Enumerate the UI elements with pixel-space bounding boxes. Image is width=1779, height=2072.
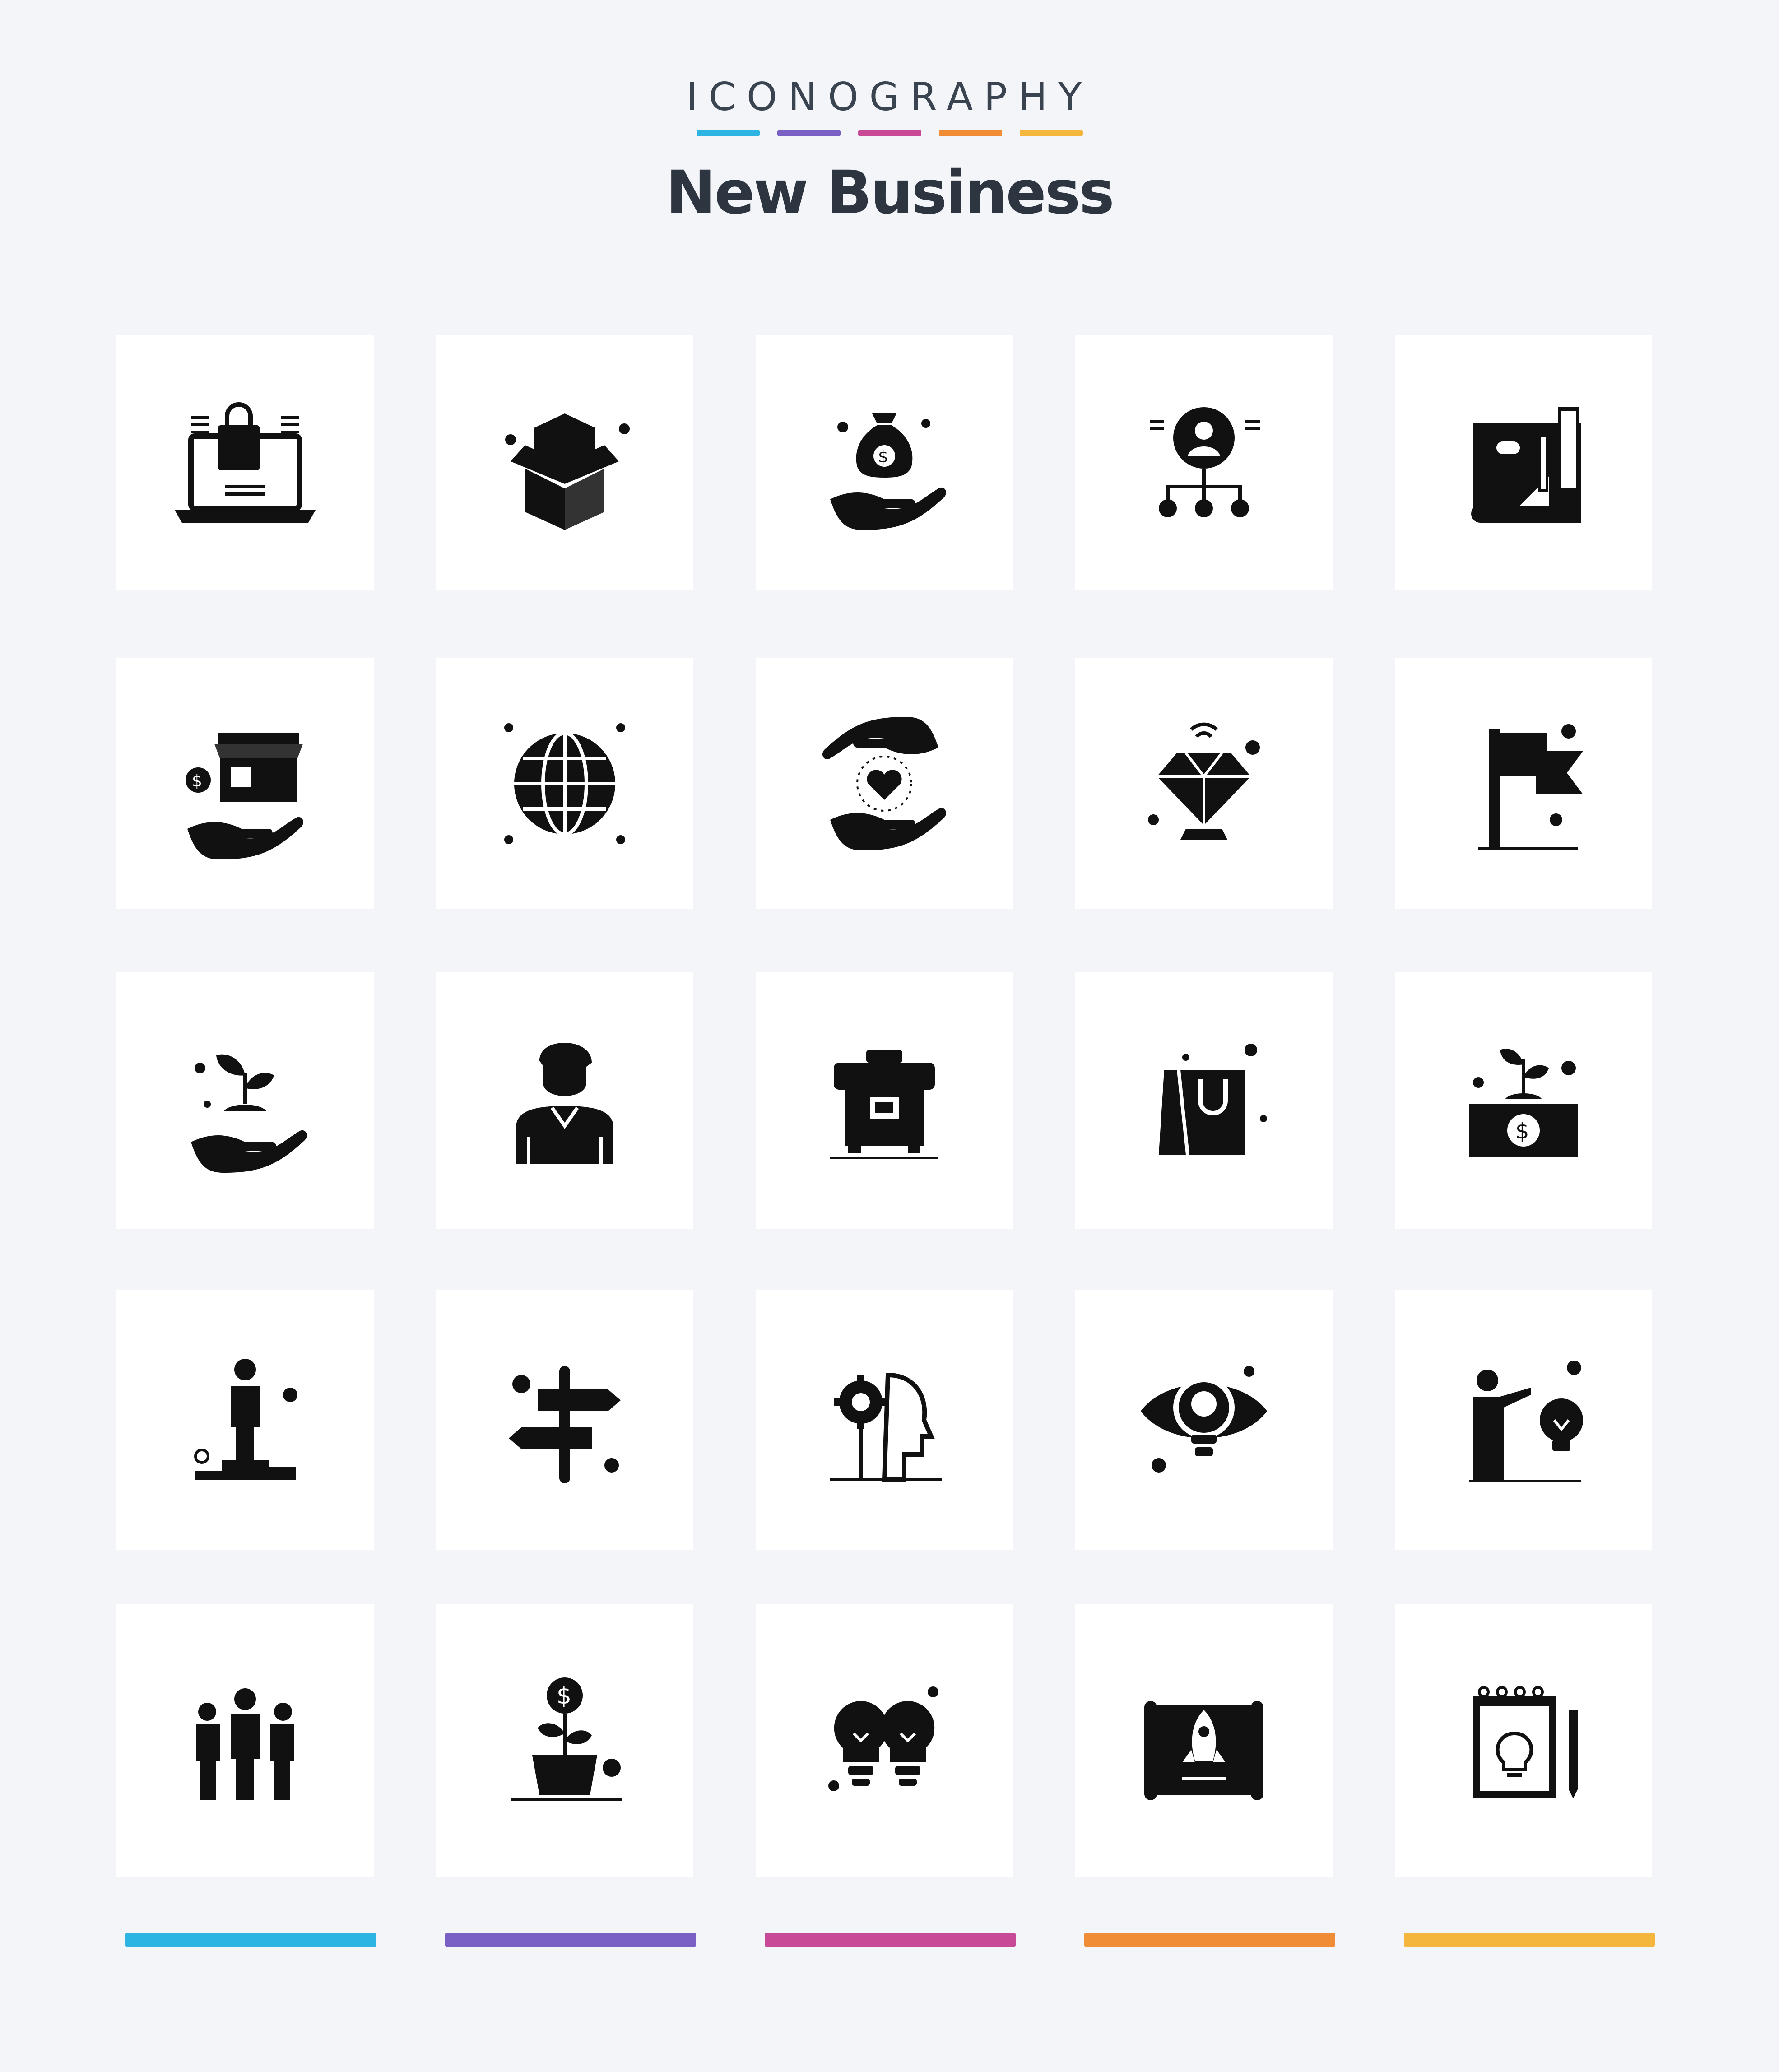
shop-hand-dollar-icon: $	[186, 733, 303, 859]
presenter-bulb-icon	[1469, 1360, 1583, 1482]
footer-bar-blue	[125, 1933, 376, 1947]
notepad-bulb-icon	[1473, 1686, 1578, 1798]
brand-label: ICONOGRAPHY	[686, 74, 1093, 120]
shopping-bag-icon	[1159, 1044, 1267, 1155]
color-bar-orange	[939, 130, 1002, 136]
laptop-shopping-bag-icon	[175, 402, 316, 523]
briefcase-icon	[830, 1050, 938, 1159]
tile-laptop-shopping-bag[interactable]	[116, 335, 374, 590]
signpost-icon	[509, 1366, 621, 1483]
plant-money-icon: $	[1469, 1049, 1578, 1157]
tile-plant-hand[interactable]	[116, 972, 374, 1229]
footer-bar-purple	[445, 1933, 696, 1947]
footer-bar-pink	[765, 1933, 1016, 1947]
globe-icon	[504, 723, 625, 844]
person-podium-icon	[194, 1358, 297, 1480]
brand-color-bars	[697, 130, 1083, 137]
blueprint-tools-icon	[1471, 407, 1581, 523]
tile-head-gear[interactable]	[756, 1290, 1013, 1550]
hands-heart-icon	[822, 716, 946, 850]
tile-shop-hand-dollar[interactable]: $	[116, 658, 374, 909]
tile-user-network[interactable]	[1075, 335, 1333, 590]
money-bag-hand-icon: $	[830, 412, 946, 530]
header: ICONOGRAPHY New Business	[0, 0, 1779, 271]
tile-double-bulb[interactable]	[756, 1604, 1013, 1877]
tile-presenter-bulb[interactable]	[1395, 1290, 1652, 1550]
tile-globe[interactable]	[436, 658, 693, 909]
team-group-icon	[196, 1688, 294, 1800]
flag-icon	[1478, 724, 1583, 850]
page-title: New Business	[666, 158, 1115, 228]
tile-notepad-bulb[interactable]	[1395, 1604, 1652, 1877]
color-bar-yellow	[1020, 130, 1083, 136]
diamond-icon	[1148, 722, 1260, 840]
tile-briefcase[interactable]	[756, 972, 1013, 1229]
svg-text:$: $	[192, 772, 202, 790]
tile-shopping-bag[interactable]	[1075, 972, 1333, 1229]
tile-team-group[interactable]	[116, 1604, 374, 1877]
open-box-icon	[505, 413, 630, 530]
double-bulb-icon	[828, 1686, 938, 1791]
tile-open-box[interactable]	[436, 335, 693, 590]
tile-money-bag-hand[interactable]: $	[756, 335, 1013, 590]
footer-bar-orange	[1084, 1933, 1335, 1947]
color-bar-purple	[777, 130, 841, 136]
tile-eye-bulb[interactable]	[1075, 1290, 1333, 1550]
tile-rocket-blueprint[interactable]	[1075, 1604, 1333, 1877]
user-network-icon	[1150, 407, 1260, 517]
footer-bar-yellow	[1404, 1933, 1655, 1947]
eye-bulb-icon	[1141, 1366, 1267, 1473]
tile-blueprint-tools[interactable]	[1395, 335, 1652, 590]
tile-money-plant-pot[interactable]: $	[436, 1604, 693, 1877]
tile-person-podium[interactable]	[116, 1290, 374, 1550]
tile-hands-heart[interactable]	[756, 658, 1013, 909]
svg-text:$: $	[878, 448, 888, 466]
color-bar-pink	[858, 130, 921, 136]
tile-diamond[interactable]	[1075, 658, 1333, 909]
color-bar-blue	[697, 130, 760, 136]
plant-hand-icon	[191, 1054, 307, 1173]
tile-plant-money[interactable]: $	[1395, 972, 1652, 1229]
head-gear-icon	[830, 1372, 942, 1482]
svg-text:$: $	[557, 1682, 571, 1710]
tile-flag[interactable]	[1395, 658, 1652, 909]
businessman-avatar-icon	[516, 1043, 613, 1164]
rocket-blueprint-icon	[1144, 1700, 1263, 1800]
svg-text:$: $	[1515, 1119, 1529, 1144]
money-plant-pot-icon: $	[511, 1677, 622, 1801]
tile-signpost[interactable]	[436, 1290, 693, 1550]
tile-businessman-avatar[interactable]	[436, 972, 693, 1229]
